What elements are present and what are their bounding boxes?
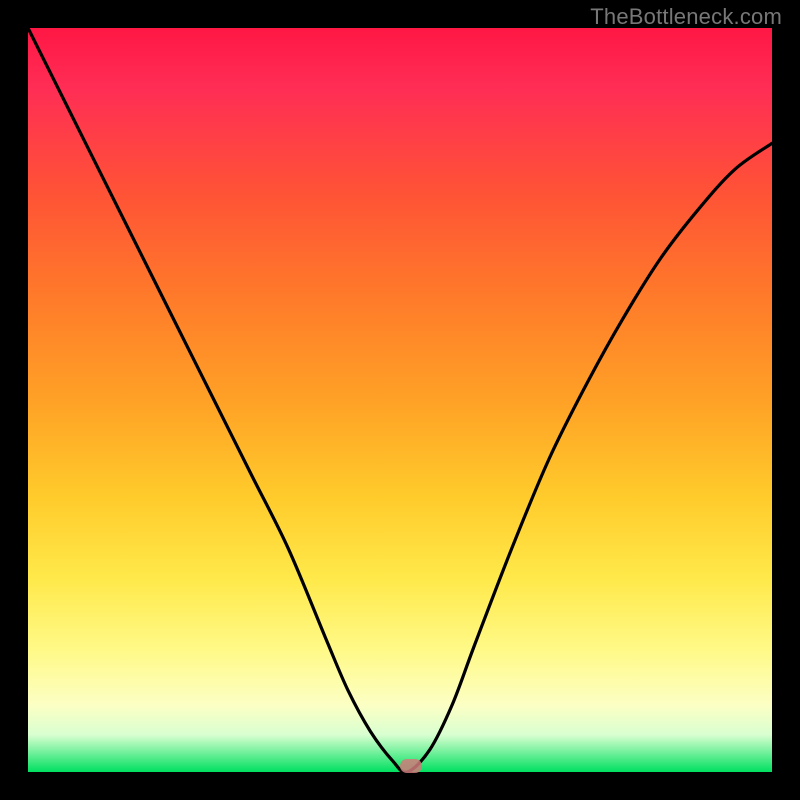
chart-frame: TheBottleneck.com	[0, 0, 800, 800]
watermark-text: TheBottleneck.com	[590, 4, 782, 30]
optimum-marker	[400, 759, 422, 773]
plot-area	[28, 28, 772, 772]
bottleneck-curve	[28, 28, 772, 772]
